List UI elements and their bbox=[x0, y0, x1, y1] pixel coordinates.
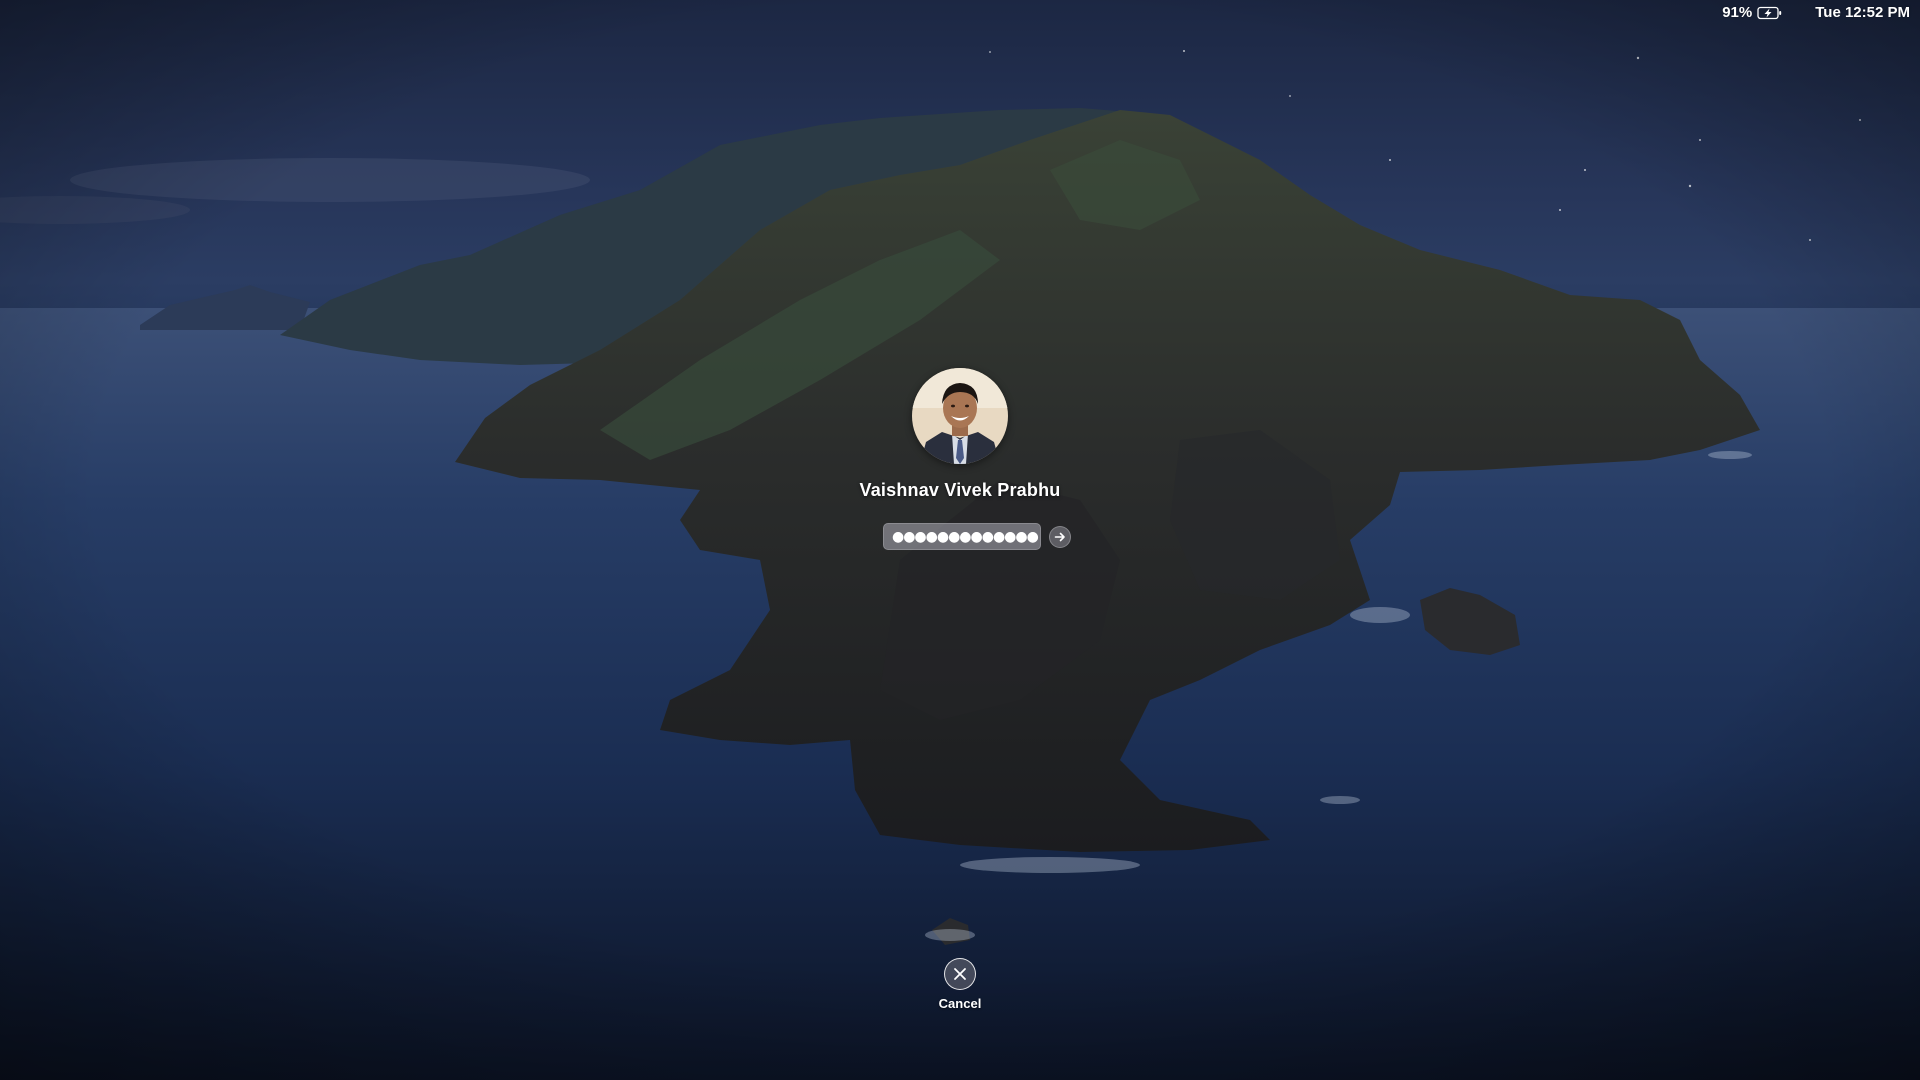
cancel-label: Cancel bbox=[938, 996, 982, 1011]
login-panel: Vaishnav Vivek Prabhu ●●●●●●●●●●●●● bbox=[0, 368, 1920, 550]
close-icon bbox=[954, 968, 966, 980]
submit-password-button[interactable] bbox=[1049, 525, 1071, 548]
user-avatar[interactable] bbox=[912, 368, 1008, 464]
menu-bar-status: 91% Tue 12:52 PM bbox=[1722, 4, 1910, 21]
arrow-right-icon bbox=[1054, 532, 1065, 541]
password-row: ●●●●●●●●●●●●● bbox=[883, 523, 1071, 550]
menu-bar-clock[interactable]: Tue 12:52 PM bbox=[1815, 4, 1910, 21]
password-masked-value: ●●●●●●●●●●●●● bbox=[892, 528, 1039, 545]
cancel-button[interactable]: Cancel bbox=[920, 958, 1000, 1011]
user-name: Vaishnav Vivek Prabhu bbox=[859, 480, 1061, 500]
battery-percent: 91% bbox=[1722, 4, 1753, 21]
login-screen: 91% Tue 12:52 PM Vaishnav Vivek Prabhu ●… bbox=[0, 0, 1920, 1080]
battery-status[interactable]: 91% bbox=[1722, 4, 1783, 21]
battery-charging-icon bbox=[1757, 6, 1783, 20]
cancel-circle[interactable] bbox=[944, 958, 976, 990]
password-field[interactable]: ●●●●●●●●●●●●● bbox=[883, 523, 1041, 550]
